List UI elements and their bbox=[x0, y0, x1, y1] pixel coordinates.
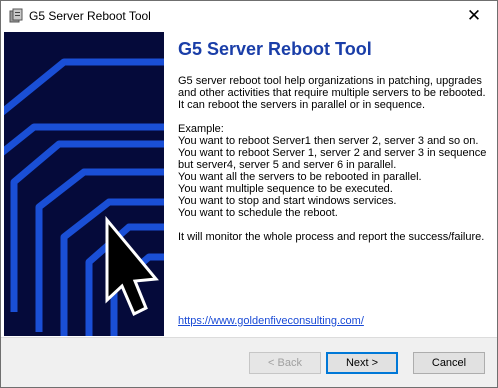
server-icon bbox=[8, 8, 24, 24]
website-link[interactable]: https://www.goldenfiveconsulting.com/ bbox=[178, 315, 364, 327]
example-line: You want to schedule the reboot. bbox=[178, 207, 338, 219]
wizard-client-area: G5 Server Reboot Tool G5 server reboot t… bbox=[1, 31, 497, 337]
example-heading: Example: bbox=[178, 123, 224, 135]
close-button[interactable]: ✕ bbox=[451, 1, 497, 31]
example-line: You want all the servers to be rebooted … bbox=[178, 171, 422, 183]
banner-image bbox=[4, 32, 164, 336]
title-bar[interactable]: G5 Server Reboot Tool ✕ bbox=[1, 1, 497, 31]
back-button[interactable]: < Back bbox=[249, 352, 321, 374]
cancel-button[interactable]: Cancel bbox=[413, 352, 485, 374]
intro-line: G5 server reboot tool help organizations… bbox=[178, 75, 482, 87]
intro-line: and other activities that require multip… bbox=[178, 87, 486, 99]
example-line: You want to reboot Server 1, server 2 an… bbox=[178, 147, 487, 159]
description-panel: G5 Server Reboot Tool G5 server reboot t… bbox=[178, 39, 490, 243]
example-line: You want to stop and start windows servi… bbox=[178, 195, 397, 207]
window-title: G5 Server Reboot Tool bbox=[29, 9, 151, 23]
intro-line: It can reboot the servers in parallel or… bbox=[178, 99, 426, 111]
summary-text: It will monitor the whole process and re… bbox=[178, 231, 485, 243]
page-heading: G5 Server Reboot Tool bbox=[178, 39, 372, 59]
button-bar: < Back Next > Cancel bbox=[1, 338, 497, 387]
example-line: You want to reboot Server1 then server 2… bbox=[178, 135, 479, 147]
wizard-window: G5 Server Reboot Tool ✕ G5 Server Reboot… bbox=[0, 0, 498, 388]
example-line: You want multiple sequence to be execute… bbox=[178, 183, 393, 195]
close-icon: ✕ bbox=[466, 6, 482, 26]
next-button[interactable]: Next > bbox=[326, 352, 398, 374]
example-line: but server4, server 5 and server 6 in pa… bbox=[178, 159, 397, 171]
